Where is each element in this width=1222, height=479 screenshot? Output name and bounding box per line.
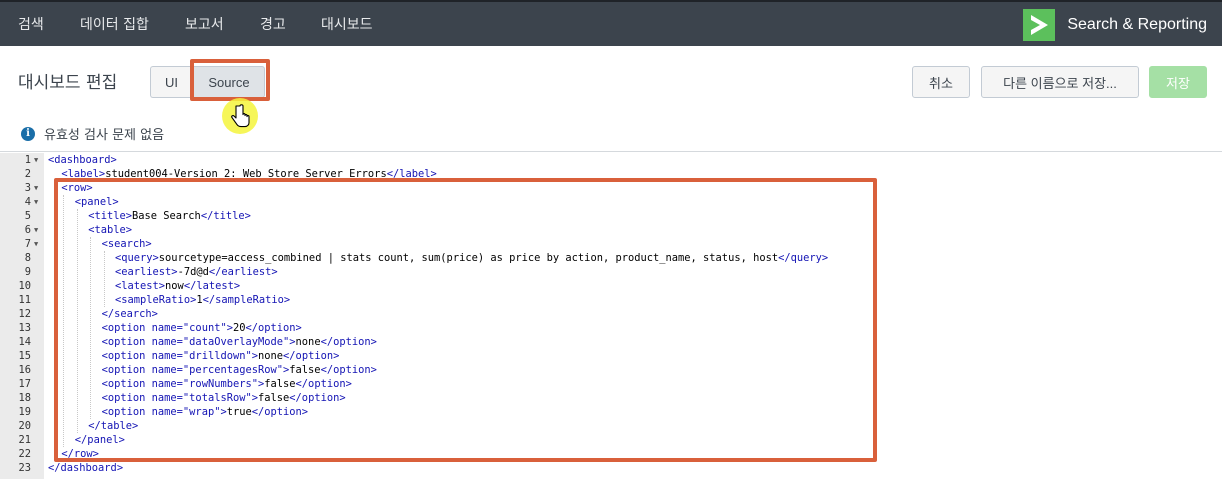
fold-toggle-icon[interactable]: ▼: [34, 195, 38, 209]
save-button[interactable]: 저장: [1149, 66, 1207, 98]
line-number: 20: [18, 420, 31, 432]
code-line[interactable]: 17 <option name="rowNumbers">false</optio…: [0, 377, 1222, 391]
page-title: 대시보드 편집: [18, 73, 118, 93]
code-text: <option name="wrap">true</option>: [101, 406, 309, 418]
code-text: <option name="drilldown">none</option>: [101, 350, 340, 362]
code-line[interactable]: 23 </dashboard>: [0, 461, 1222, 475]
validation-message: 유효성 검사 문제 없음: [44, 128, 165, 143]
code-line[interactable]: 21 </panel>: [0, 433, 1222, 447]
nav-item-reports[interactable]: 보고서: [185, 14, 224, 34]
app-brand[interactable]: Search & Reporting: [1023, 9, 1207, 41]
code-line[interactable]: 1 ▼ <dashboard>: [0, 153, 1222, 167]
code-text: <earliest>-7d@d</earliest>: [115, 266, 278, 278]
line-number: 3: [24, 182, 31, 194]
fold-toggle-icon[interactable]: ▼: [34, 153, 38, 167]
code-line[interactable]: 11 <sampleRatio>1</sampleRatio>: [0, 293, 1222, 307]
line-number: 9: [24, 266, 31, 278]
line-number: 18: [18, 392, 31, 404]
code-line[interactable]: 8 <query>sourcetype=access_combined | sta…: [0, 251, 1222, 265]
code-text: <dashboard>: [48, 154, 117, 166]
code-line[interactable]: 3 ▼ <row>: [0, 181, 1222, 195]
line-number: 13: [18, 322, 31, 334]
top-nav-bar: 검색 데이터 집합 보고서 경고 대시보드 Search & Reporting: [0, 0, 1222, 46]
code-line[interactable]: 14 <option name="dataOverlayMode">none</o…: [0, 335, 1222, 349]
cancel-button[interactable]: 취소: [912, 66, 970, 98]
splunk-logo-icon: [1023, 9, 1056, 41]
line-number: 11: [18, 294, 31, 306]
code-text: <option name="dataOverlayMode">none</opt…: [101, 336, 377, 348]
code-line[interactable]: 20 </table>: [0, 419, 1222, 433]
mode-ui-button[interactable]: UI: [150, 66, 192, 98]
fold-toggle-icon[interactable]: ▼: [34, 181, 38, 195]
code-line[interactable]: 13 <option name="count">20</option>: [0, 321, 1222, 335]
code-line[interactable]: 10 <latest>now</latest>: [0, 279, 1222, 293]
line-number: 1: [24, 154, 31, 166]
line-number: 17: [18, 378, 31, 390]
line-number: 16: [18, 364, 31, 376]
indent-guide: [63, 195, 65, 447]
line-number: 10: [18, 280, 31, 292]
code-line[interactable]: 4 ▼ <panel>: [0, 195, 1222, 209]
code-text: <sampleRatio>1</sampleRatio>: [115, 294, 291, 306]
fold-toggle-icon[interactable]: ▼: [34, 237, 38, 251]
indent-guide: [90, 237, 92, 419]
code-text: <option name="count">20</option>: [101, 322, 302, 334]
line-number: 15: [18, 350, 31, 362]
line-number: 8: [24, 252, 31, 264]
code-line[interactable]: 16 <option name="percentagesRow">false</o…: [0, 363, 1222, 377]
nav-item-alerts[interactable]: 경고: [260, 14, 286, 34]
code-line[interactable]: 2 <label>student004-Version 2: Web Store …: [0, 167, 1222, 181]
code-text: </search>: [101, 308, 158, 320]
code-text: <panel>: [74, 196, 119, 208]
code-line[interactable]: 15 <option name="drilldown">none</option>: [0, 349, 1222, 363]
save-as-button[interactable]: 다른 이름으로 저장...: [981, 66, 1139, 98]
code-text: <option name="rowNumbers">false</option>: [101, 378, 352, 390]
code-text: </row>: [61, 448, 99, 460]
code-text: <search>: [101, 238, 152, 250]
code-text: <option name="percentagesRow">false</opt…: [101, 364, 377, 376]
code-line[interactable]: 6 ▼ <table>: [0, 223, 1222, 237]
code-text: <row>: [61, 182, 93, 194]
nav-item-dashboards[interactable]: 대시보드: [321, 14, 373, 34]
code-line[interactable]: 18 <option name="totalsRow">false</option…: [0, 391, 1222, 405]
code-line[interactable]: 22 </row>: [0, 447, 1222, 461]
line-number: 6: [24, 224, 31, 236]
code-text: <query>sourcetype=access_combined | stat…: [115, 252, 829, 264]
code-text: <title>Base Search</title>: [88, 210, 251, 222]
code-text: </table>: [88, 420, 139, 432]
line-number: 14: [18, 336, 31, 348]
line-number: 23: [18, 462, 31, 474]
line-number: 7: [24, 238, 31, 250]
code-line[interactable]: 12 </search>: [0, 307, 1222, 321]
code-line[interactable]: 5 <title>Base Search</title>: [0, 209, 1222, 223]
nav-item-search[interactable]: 검색: [18, 14, 44, 34]
code-text: <label>student004-Version 2: Web Store S…: [61, 168, 437, 180]
line-number: 5: [24, 210, 31, 222]
line-number: 2: [24, 168, 31, 180]
source-code-editor[interactable]: 1 ▼ <dashboard> 2 <label>student004-Version …: [0, 151, 1222, 479]
code-text: </panel>: [74, 434, 125, 446]
line-number: 12: [18, 308, 31, 320]
line-number: 22: [18, 448, 31, 460]
code-line[interactable]: 19 <option name="wrap">true</option>: [0, 405, 1222, 419]
line-number: 21: [18, 434, 31, 446]
indent-guide: [103, 251, 105, 307]
fold-toggle-icon[interactable]: ▼: [34, 223, 38, 237]
code-text: <latest>now</latest>: [115, 280, 241, 292]
line-number: 4: [24, 196, 31, 208]
validation-status: i 유효성 검사 문제 없음: [21, 124, 164, 143]
info-icon: i: [21, 126, 35, 141]
code-text: <option name="totalsRow">false</option>: [101, 392, 346, 404]
hand-pointer-icon: [222, 98, 258, 134]
code-text: <table>: [88, 224, 132, 236]
nav-item-datasets[interactable]: 데이터 집합: [80, 14, 149, 34]
code-line[interactable]: 9 <earliest>-7d@d</earliest>: [0, 265, 1222, 279]
indent-guide: [76, 209, 78, 433]
code-text: </dashboard>: [48, 462, 124, 474]
code-line[interactable]: 7 ▼ <search>: [0, 237, 1222, 251]
line-number: 19: [18, 406, 31, 418]
app-name: Search & Reporting: [1067, 16, 1207, 33]
